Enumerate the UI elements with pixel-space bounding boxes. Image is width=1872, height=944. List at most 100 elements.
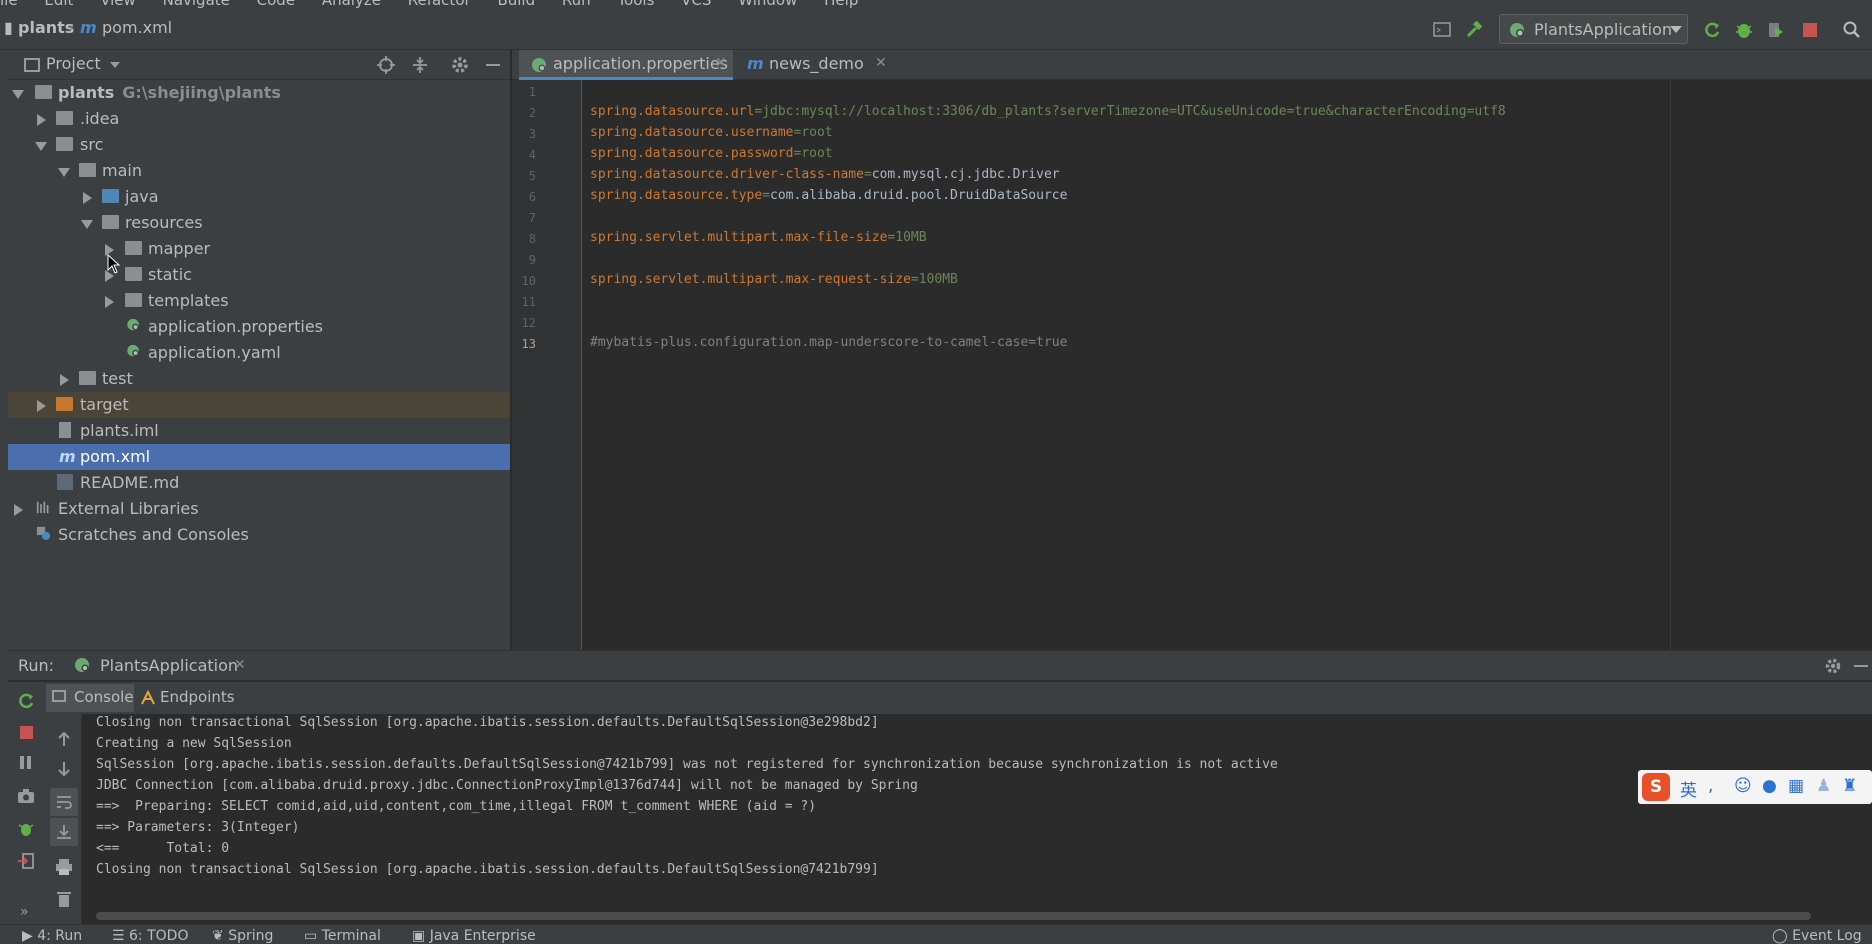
horizontal-scrollbar[interactable] — [96, 912, 1811, 920]
menu-file[interactable]: ile — [0, 0, 18, 8]
close-icon[interactable]: ✕ — [875, 55, 887, 71]
chevron-down-icon[interactable] — [81, 220, 93, 229]
tree-item-src[interactable]: src — [8, 132, 510, 158]
breadcrumb-file[interactable]: pom.xml — [102, 18, 172, 37]
microphone-icon[interactable]: ● — [1762, 776, 1777, 796]
tab-console[interactable]: Console — [46, 684, 134, 712]
pause-icon[interactable] — [20, 756, 24, 769]
menu-analyze[interactable]: Analyze — [322, 0, 381, 8]
tree-item-plants[interactable]: plants G:\shejiing\plants — [8, 80, 510, 106]
tab-news-demo[interactable]: m news_demo ✕ — [737, 50, 897, 80]
menu-help[interactable]: Help — [824, 0, 858, 8]
tree-item-readme[interactable]: README.md — [8, 470, 510, 496]
run-configuration-selector[interactable]: PlantsApplication — [1499, 14, 1688, 44]
close-icon[interactable]: ✕ — [715, 55, 727, 71]
tree-item-scratches[interactable]: Scratches and Consoles — [8, 522, 510, 548]
chevron-right-icon[interactable] — [105, 296, 114, 308]
stop-icon[interactable] — [1800, 20, 1820, 40]
chevron-right-icon[interactable] — [37, 114, 46, 126]
tool-window-terminal[interactable]: ▭ Terminal — [304, 928, 381, 944]
menu-navigate[interactable]: Navigate — [163, 0, 230, 8]
rerun-icon[interactable] — [1702, 20, 1722, 40]
chevron-down-icon[interactable] — [12, 90, 24, 99]
tree-item-resources[interactable]: resources — [8, 210, 510, 236]
tree-item-main[interactable]: main — [8, 158, 510, 184]
chevron-down-icon[interactable] — [110, 62, 120, 68]
tool-window-run[interactable]: ▶ 4: Run — [22, 928, 82, 944]
arrow-down-icon[interactable] — [56, 760, 72, 778]
console-icon — [52, 690, 66, 702]
menu-build[interactable]: Build — [497, 0, 535, 8]
build-hammer-icon[interactable] — [1464, 20, 1484, 40]
soft-wrap-toggle[interactable] — [50, 788, 78, 816]
folder-icon — [79, 163, 96, 177]
run-tab-plants-application[interactable]: PlantsApplication — [100, 656, 238, 675]
tree-item-templates[interactable]: templates — [8, 288, 510, 314]
tree-item-external-libraries[interactable]: External Libraries — [8, 496, 510, 522]
gear-icon[interactable] — [1824, 657, 1842, 675]
tree-item-java[interactable]: java — [8, 184, 510, 210]
close-icon[interactable]: ✕ — [234, 657, 246, 673]
tool-window-spring[interactable]: ❦ Spring — [212, 928, 273, 944]
menu-code[interactable]: Code — [257, 0, 295, 8]
arrow-up-icon[interactable] — [56, 730, 72, 748]
gear-icon[interactable] — [450, 55, 470, 75]
tree-item-pom-xml[interactable]: m pom.xml — [8, 444, 510, 470]
chevron-right-icon[interactable] — [37, 400, 46, 412]
tree-item-plants-iml[interactable]: plants.iml — [8, 418, 510, 444]
tree-item-application-yaml[interactable]: application.yaml — [8, 340, 510, 366]
user-icon[interactable]: ♟ — [1816, 776, 1831, 796]
tool-window-todo[interactable]: ☰ 6: TODO — [112, 928, 188, 944]
more-icon[interactable]: » — [20, 904, 29, 920]
minimize-icon[interactable] — [486, 64, 500, 66]
tree-item-target[interactable]: target — [8, 392, 510, 418]
menu-tools[interactable]: Tools — [617, 0, 654, 8]
search-icon[interactable] — [1842, 20, 1862, 40]
login-icon[interactable] — [17, 852, 35, 870]
tab-endpoints[interactable]: Endpoints — [140, 684, 240, 712]
chevron-down-icon[interactable] — [35, 142, 47, 151]
tree-item-application-properties[interactable]: application.properties — [8, 314, 510, 340]
chevron-right-icon[interactable] — [83, 192, 92, 204]
event-log[interactable]: ◯ Event Log — [1772, 928, 1862, 944]
tree-item-mapper[interactable]: mapper — [8, 236, 510, 262]
menu-view[interactable]: View — [100, 0, 136, 8]
chevron-right-icon[interactable] — [14, 504, 23, 516]
tree-item-label: pom.xml — [80, 447, 151, 466]
keyboard-icon[interactable]: ▦ — [1788, 776, 1804, 796]
menu-vcs[interactable]: VCS — [681, 0, 711, 8]
locate-file-icon[interactable] — [376, 55, 396, 75]
menu-window[interactable]: Window — [738, 0, 797, 8]
minimize-icon[interactable] — [1854, 665, 1868, 667]
tree-item-static[interactable]: static — [8, 262, 510, 288]
iml-file-icon — [59, 422, 71, 438]
tool-window-java-enterprise[interactable]: ▣ Java Enterprise — [412, 928, 536, 944]
stop-icon[interactable] — [20, 726, 33, 739]
chevron-right-icon[interactable] — [60, 374, 69, 386]
project-panel-title[interactable]: Project — [46, 54, 101, 73]
scroll-to-end-toggle[interactable] — [50, 818, 78, 846]
menu-refactor[interactable]: Refactor — [408, 0, 471, 8]
debug-bug-icon[interactable] — [17, 820, 35, 838]
print-icon[interactable] — [55, 858, 73, 876]
tree-item-test[interactable]: test — [8, 366, 510, 392]
tab-application-properties[interactable]: application.properties ✕ — [519, 50, 733, 80]
breadcrumb-project[interactable]: plants — [18, 18, 74, 37]
rerun-icon[interactable] — [17, 692, 35, 710]
shirt-icon[interactable]: ♜ — [1842, 776, 1857, 796]
emoji-icon[interactable]: ☺ — [1734, 776, 1752, 796]
console-output[interactable]: Closing non transactional SqlSession [or… — [82, 714, 1872, 914]
run-with-coverage-icon[interactable] — [1766, 20, 1786, 40]
code-editor[interactable]: spring.datasource.url=jdbc:mysql://local… — [583, 80, 1872, 650]
terminal-toolbar-icon[interactable] — [1432, 20, 1452, 40]
menu-run[interactable]: Run — [562, 0, 591, 8]
punctuation-icon[interactable]: , — [1708, 776, 1713, 796]
ime-language[interactable]: 英 — [1680, 776, 1697, 801]
camera-icon[interactable] — [17, 788, 35, 804]
debug-bug-icon[interactable] — [1734, 20, 1754, 40]
tree-item-idea[interactable]: .idea — [8, 106, 510, 132]
menu-edit[interactable]: Edit — [44, 0, 73, 8]
trash-icon[interactable] — [55, 890, 73, 908]
collapse-all-icon[interactable] — [410, 55, 430, 75]
chevron-down-icon[interactable] — [58, 168, 70, 177]
